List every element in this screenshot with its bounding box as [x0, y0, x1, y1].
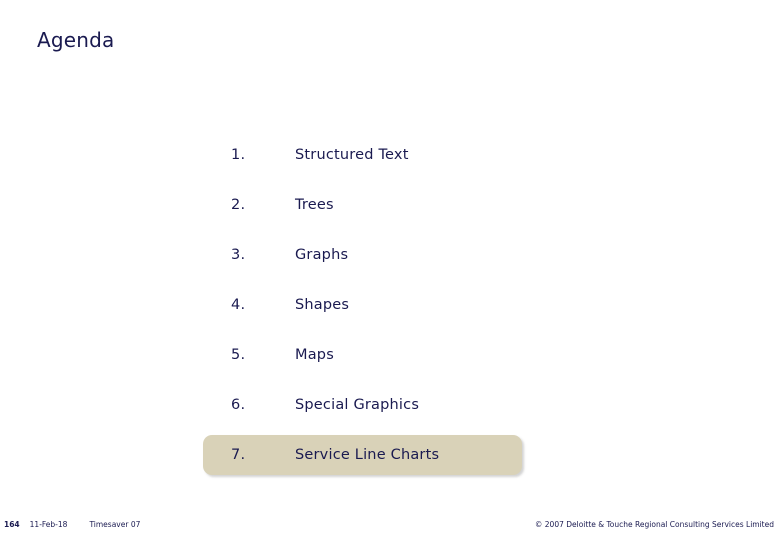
agenda-item-number: 3.	[231, 247, 246, 263]
agenda-item-number: 6.	[231, 397, 246, 413]
agenda-item-label: Graphs	[295, 247, 349, 263]
footer-date: 11-Feb-18	[29, 520, 68, 529]
agenda-item-label: Service Line Charts	[295, 447, 440, 463]
agenda-item-2[interactable]: 2. Trees	[203, 180, 563, 230]
agenda-item-number: 5.	[231, 347, 246, 363]
footer-left-group: 164 11-Feb-18 Timesaver 07	[4, 520, 140, 529]
page-number: 164	[4, 520, 20, 529]
copyright-notice: © 2007 Deloitte & Touche Regional Consul…	[534, 520, 774, 529]
footer-deck-name: Timesaver 07	[89, 520, 141, 529]
slide: Agenda 1. Structured Text 2. Trees 3. Gr…	[0, 0, 780, 540]
agenda-list: 1. Structured Text 2. Trees 3. Graphs 4.…	[203, 130, 563, 480]
agenda-item-5[interactable]: 5. Maps	[203, 330, 563, 380]
agenda-item-label: Special Graphics	[295, 397, 420, 413]
agenda-item-3[interactable]: 3. Graphs	[203, 230, 563, 280]
agenda-item-1[interactable]: 1. Structured Text	[203, 130, 563, 180]
agenda-item-number: 1.	[231, 147, 246, 163]
agenda-item-4[interactable]: 4. Shapes	[203, 280, 563, 330]
agenda-item-label: Trees	[295, 197, 334, 213]
agenda-item-label: Maps	[295, 347, 334, 363]
agenda-item-6[interactable]: 6. Special Graphics	[203, 380, 563, 430]
agenda-item-number: 2.	[231, 197, 246, 213]
agenda-item-label: Structured Text	[295, 147, 409, 163]
agenda-item-label: Shapes	[295, 297, 350, 313]
agenda-item-number: 4.	[231, 297, 246, 313]
agenda-item-7-selected[interactable]: 7. Service Line Charts	[203, 430, 563, 480]
slide-footer: 164 11-Feb-18 Timesaver 07 © 2007 Deloit…	[0, 514, 780, 540]
page-title: Agenda	[37, 28, 115, 52]
agenda-item-number: 7.	[231, 447, 246, 463]
